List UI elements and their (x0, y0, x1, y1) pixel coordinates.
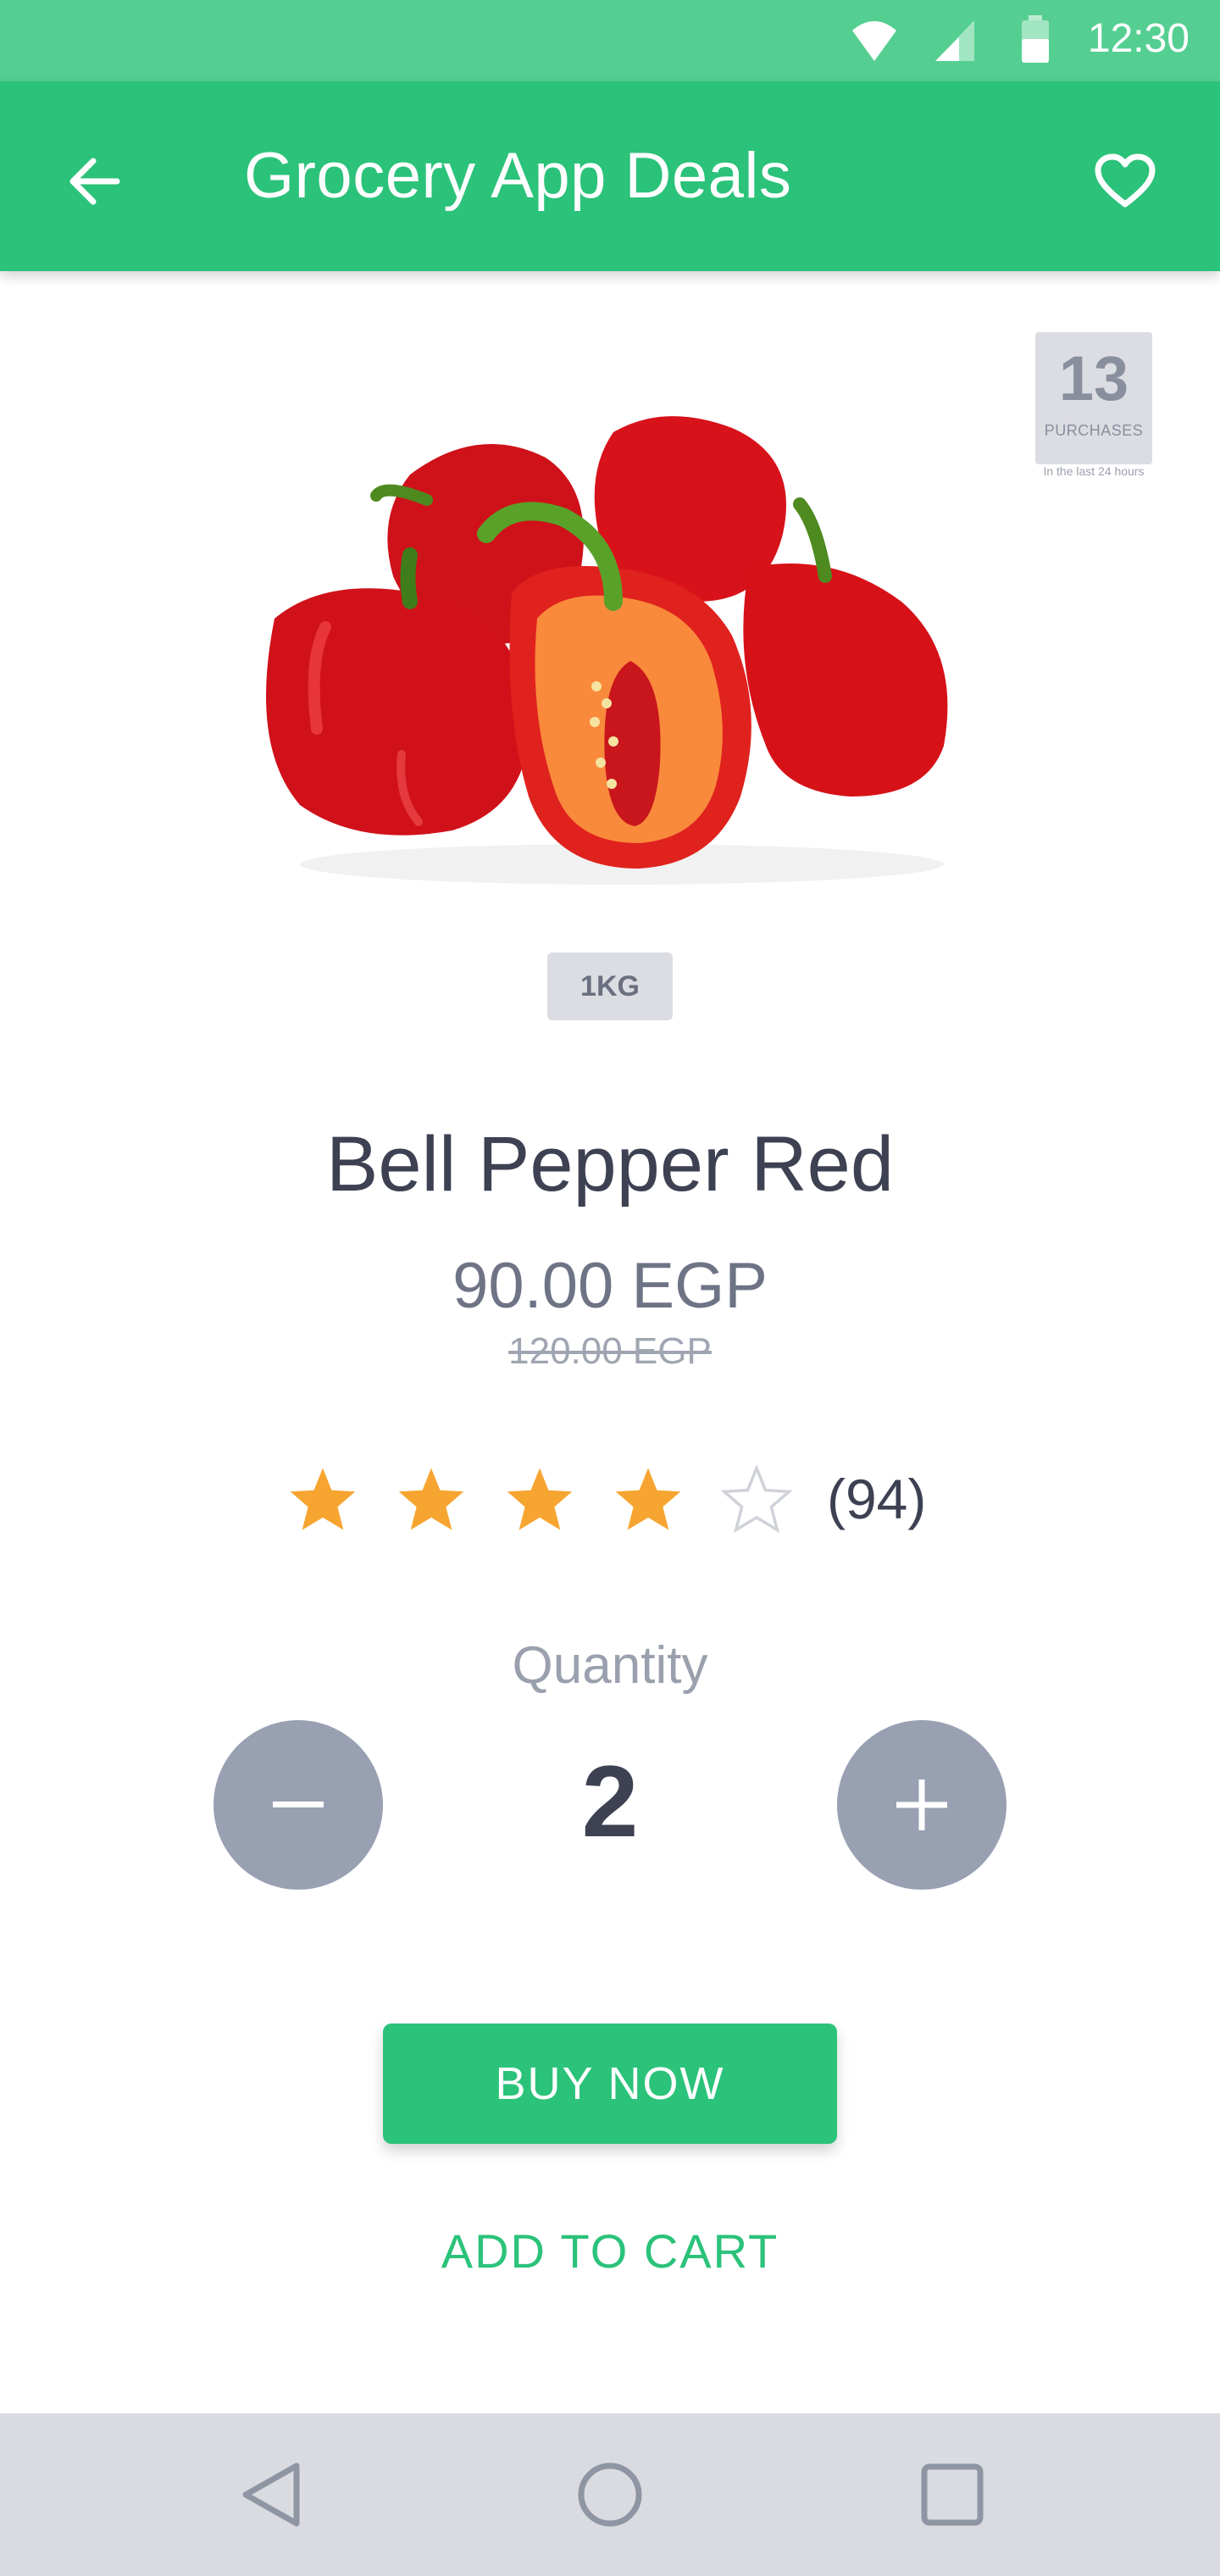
battery-icon (1022, 15, 1049, 63)
product-old-price: 120.00 EGP (508, 1330, 712, 1372)
system-nav-bar (0, 2413, 1220, 2576)
product-price: 90.00 EGP (452, 1250, 768, 1322)
page-title: Grocery App Deals (244, 140, 792, 212)
purchases-count: 13 (1058, 343, 1129, 414)
buy-now-button[interactable]: BUY NOW (383, 2024, 837, 2144)
clock: 12:30 (1087, 16, 1190, 61)
star-empty-icon (718, 1461, 795, 1537)
app-bar: Grocery App Deals (0, 81, 1220, 271)
star-filled-icon (285, 1461, 361, 1537)
nav-back-button[interactable] (224, 2447, 319, 2542)
purchases-badge: 13 PURCHASES (1035, 332, 1152, 464)
product-image (266, 416, 948, 885)
back-button[interactable] (54, 141, 136, 222)
wifi-icon (852, 21, 896, 61)
purchases-note: In the last 24 hours (1043, 464, 1145, 478)
quantity-label: Quantity (512, 1636, 708, 1695)
add-to-cart-button[interactable]: ADD TO CART (0, 2223, 1220, 2279)
purchases-label: PURCHASES (1044, 422, 1144, 439)
recents-square-icon (921, 2463, 984, 2526)
back-triangle-icon (242, 2462, 300, 2527)
star-filled-icon (393, 1461, 469, 1537)
rating-count: (94) (827, 1468, 927, 1530)
rating: (94) (285, 1461, 926, 1537)
nav-recents-button[interactable] (905, 2447, 1000, 2542)
star-filled-icon (610, 1461, 686, 1537)
arrow-left-icon (69, 158, 120, 205)
signal-icon (935, 20, 974, 61)
quantity-value: 2 (581, 1745, 639, 1858)
heart-outline-icon (1095, 153, 1156, 208)
increment-button[interactable] (837, 1720, 1006, 1890)
star-filled-icon (502, 1461, 578, 1537)
status-bar: 12:30 (0, 0, 1220, 81)
favorite-button[interactable] (1084, 141, 1166, 222)
plus-icon (896, 1779, 947, 1830)
nav-home-button[interactable] (563, 2447, 657, 2542)
home-circle-icon (578, 2462, 642, 2527)
product-name: Bell Pepper Red (326, 1121, 894, 1208)
weight-chip: 1KG (547, 952, 673, 1020)
